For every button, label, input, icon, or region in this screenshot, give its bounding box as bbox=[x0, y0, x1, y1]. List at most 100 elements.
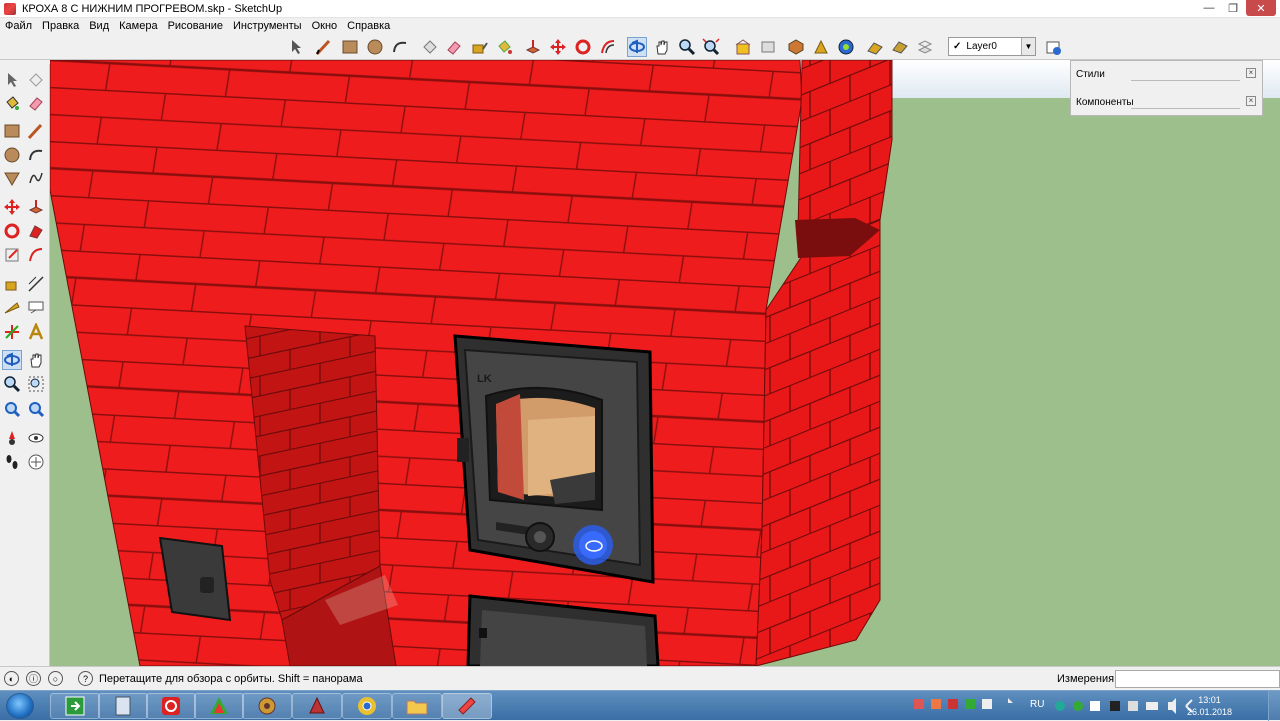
make-component-icon[interactable] bbox=[26, 70, 46, 90]
line-pencil-icon[interactable] bbox=[26, 121, 46, 141]
taskbar-app-green-icon[interactable] bbox=[50, 693, 100, 719]
move-icon[interactable] bbox=[2, 197, 22, 217]
components-panel-header[interactable]: Компоненты × bbox=[1071, 89, 1262, 116]
menu-file[interactable]: Файл bbox=[5, 20, 32, 32]
geo-location-status-icon[interactable]: ◐ bbox=[4, 671, 19, 686]
position-camera-icon[interactable] bbox=[2, 428, 22, 448]
geo-location-icon[interactable] bbox=[836, 37, 856, 57]
taskbar-triangle-app-icon[interactable] bbox=[194, 693, 244, 719]
3d-text-icon[interactable] bbox=[26, 322, 46, 342]
rectangle-icon[interactable] bbox=[2, 121, 22, 141]
layer-visible-check-icon: ✓ bbox=[953, 41, 962, 52]
freehand-icon[interactable] bbox=[26, 168, 46, 188]
taskbar-chrome-icon[interactable] bbox=[342, 693, 392, 719]
rectangle-icon[interactable] bbox=[340, 37, 360, 57]
walk-footprints-icon[interactable] bbox=[2, 452, 22, 472]
zoom-extents-icon[interactable] bbox=[701, 37, 721, 57]
tape-measure-icon[interactable] bbox=[2, 274, 22, 294]
offset-icon[interactable] bbox=[26, 245, 46, 265]
pan-hand-icon[interactable] bbox=[26, 350, 46, 370]
user-status-icon[interactable]: ○ bbox=[48, 671, 63, 686]
dimension-icon[interactable] bbox=[26, 274, 46, 294]
window-title: КРОХА 8 С НИЖНИМ ПРОГРЕВОМ.skp - SketchU… bbox=[22, 2, 283, 15]
axes-icon[interactable] bbox=[2, 322, 22, 342]
orbit-icon[interactable] bbox=[2, 350, 22, 370]
measurements-label: Измерения bbox=[1057, 673, 1115, 685]
chevron-down-icon[interactable]: ▼ bbox=[1021, 38, 1035, 55]
select-arrow-icon[interactable] bbox=[286, 37, 306, 57]
maximize-icon[interactable]: ❐ bbox=[1222, 0, 1244, 16]
zoom-icon[interactable] bbox=[677, 37, 697, 57]
previous-view-icon[interactable] bbox=[2, 399, 22, 419]
input-language[interactable]: RU bbox=[1030, 699, 1044, 710]
orbit-icon[interactable] bbox=[627, 37, 647, 57]
drape-icon[interactable] bbox=[915, 37, 935, 57]
close-icon[interactable]: ✕ bbox=[1246, 0, 1276, 16]
sandbox-stamp-icon[interactable] bbox=[890, 37, 910, 57]
make-component-icon[interactable] bbox=[420, 37, 440, 57]
follow-me-icon[interactable] bbox=[26, 221, 46, 241]
menu-camera[interactable]: Камера bbox=[119, 20, 157, 32]
taskbar-folder-icon[interactable] bbox=[392, 693, 442, 719]
menu-draw[interactable]: Рисование bbox=[168, 20, 223, 32]
push-pull-icon[interactable] bbox=[26, 197, 46, 217]
push-pull-icon[interactable] bbox=[523, 37, 543, 57]
menu-help[interactable]: Справка bbox=[347, 20, 390, 32]
warehouse-icon[interactable] bbox=[733, 37, 753, 57]
extension-icon[interactable] bbox=[811, 37, 831, 57]
eraser-icon[interactable] bbox=[444, 37, 464, 57]
rotate-icon[interactable] bbox=[2, 221, 22, 241]
taskbar-calculator-icon[interactable] bbox=[98, 693, 148, 719]
line-pencil-icon[interactable] bbox=[314, 37, 334, 57]
close-icon[interactable]: × bbox=[1246, 68, 1256, 78]
components-icon[interactable] bbox=[786, 37, 806, 57]
layer-dropdown[interactable]: ✓ Layer0 ▼ bbox=[948, 37, 1036, 56]
taskbar-clock[interactable]: 13:01 26.01.2018 bbox=[1187, 694, 1232, 718]
start-windows-icon[interactable] bbox=[6, 693, 34, 719]
sandbox-icon[interactable] bbox=[865, 37, 885, 57]
menu-edit[interactable]: Правка bbox=[42, 20, 79, 32]
main-toolbar: ✓ Layer0 ▼ bbox=[0, 34, 1280, 60]
help-question-icon[interactable]: ? bbox=[78, 671, 93, 686]
zoom-icon[interactable] bbox=[2, 374, 22, 394]
paint-bucket-icon[interactable] bbox=[494, 37, 514, 57]
rotate-icon[interactable] bbox=[573, 37, 593, 57]
select-arrow-icon[interactable] bbox=[2, 70, 22, 90]
arc-icon[interactable] bbox=[390, 37, 410, 57]
paint-bucket-icon[interactable] bbox=[2, 93, 22, 113]
menu-tools[interactable]: Инструменты bbox=[233, 20, 302, 32]
layer-manager-icon[interactable] bbox=[1043, 37, 1063, 57]
show-desktop-button[interactable] bbox=[1268, 691, 1280, 721]
tape-measure-icon[interactable] bbox=[469, 37, 489, 57]
offset-icon[interactable] bbox=[598, 37, 618, 57]
arc-icon[interactable] bbox=[26, 145, 46, 165]
look-around-icon[interactable] bbox=[26, 428, 46, 448]
taskbar-warrior-app-icon[interactable] bbox=[292, 693, 342, 719]
text-label-icon[interactable] bbox=[26, 298, 46, 318]
taskbar-sketchup-icon[interactable] bbox=[442, 693, 492, 719]
minimize-icon[interactable]: — bbox=[1198, 0, 1220, 16]
large-tool-set bbox=[0, 64, 50, 666]
menu-window[interactable]: Окно bbox=[312, 20, 338, 32]
polygon-icon[interactable] bbox=[2, 168, 22, 188]
protractor-icon[interactable] bbox=[2, 298, 22, 318]
pan-hand-icon[interactable] bbox=[652, 37, 672, 57]
circle-icon[interactable] bbox=[2, 145, 22, 165]
share-model-icon[interactable] bbox=[758, 37, 778, 57]
taskbar-gear-app-icon[interactable] bbox=[242, 693, 292, 719]
menu-view[interactable]: Вид bbox=[89, 20, 109, 32]
taskbar-red-app-icon[interactable] bbox=[146, 693, 196, 719]
styles-panel-header[interactable]: Стили × bbox=[1071, 61, 1262, 88]
measurements-input[interactable] bbox=[1115, 670, 1280, 688]
zoom-window-icon[interactable] bbox=[26, 374, 46, 394]
section-plane-icon[interactable] bbox=[26, 452, 46, 472]
3d-viewport[interactable]: LK bbox=[50, 60, 1280, 666]
move-icon[interactable] bbox=[548, 37, 568, 57]
layer-name: Layer0 bbox=[966, 41, 997, 52]
close-icon[interactable]: × bbox=[1246, 96, 1256, 106]
circle-icon[interactable] bbox=[365, 37, 385, 57]
credits-status-icon[interactable]: ⓘ bbox=[26, 671, 41, 686]
zoom-extents-icon[interactable] bbox=[26, 399, 46, 419]
eraser-icon[interactable] bbox=[26, 93, 46, 113]
scale-icon[interactable] bbox=[2, 245, 22, 265]
